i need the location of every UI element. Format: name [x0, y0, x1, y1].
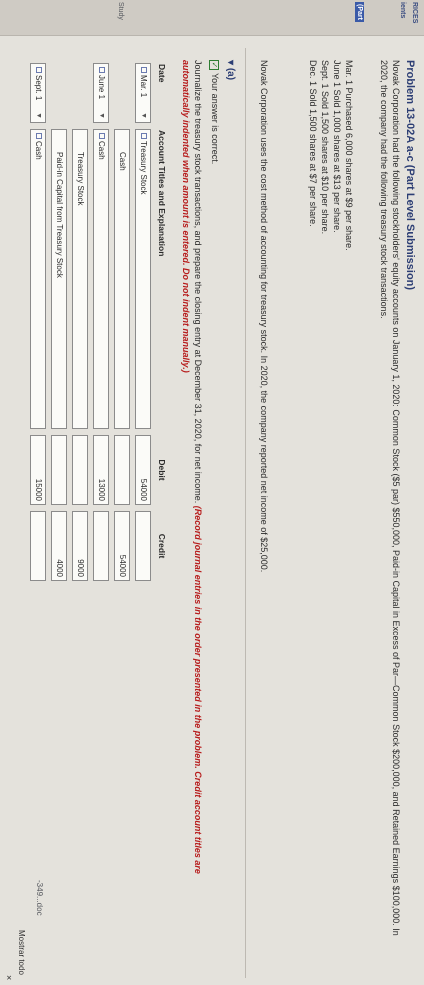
- transaction-line: Dec. 1 Sold 1,500 shares at $7 per share…: [308, 60, 318, 227]
- account-value: Cash: [97, 141, 107, 160]
- date-select[interactable]: Mar. 1 ▼: [135, 63, 152, 123]
- account-value: Treasury Stock: [76, 152, 86, 206]
- problem-intro: Novak Corporation had the following stoc…: [379, 60, 401, 936]
- table-row: Paid-in Capital from Treasury Stock 4000: [49, 60, 70, 584]
- instructions: Journalize the treasury stock transactio…: [180, 60, 204, 930]
- chevron-down-icon: ▼: [140, 112, 148, 119]
- table-row: June 1 ▼ Cash 13000: [91, 60, 112, 584]
- table-row: Treasury Stock 9000: [70, 60, 91, 584]
- date-value: Mar. 1: [139, 75, 149, 98]
- sidebar-item-resources[interactable]: RICES: [411, 2, 418, 23]
- part-a-label[interactable]: ▾ (a): [225, 60, 236, 80]
- credit-input[interactable]: [93, 511, 110, 581]
- correct-status: ✓ Your answer is correct.: [209, 60, 220, 164]
- account-input[interactable]: Cash: [30, 129, 47, 429]
- account-value: Paid-in Capital from Treasury Stock: [55, 152, 65, 278]
- date-select[interactable]: June 1 ▼: [93, 63, 110, 123]
- account-value: Cash: [118, 152, 128, 171]
- sidebar: RICES ients (Part Study: [0, 0, 424, 36]
- flag-icon: [141, 67, 148, 73]
- credit-input[interactable]: [30, 511, 47, 581]
- account-value: Treasury Stock: [139, 141, 149, 195]
- debit-input[interactable]: 13000: [93, 435, 110, 505]
- problem-title: Problem 13-02A a-c (Part Level Submissio…: [404, 60, 416, 291]
- method-note: Novak Corporation uses the cost method o…: [259, 60, 269, 573]
- header-debit: Debit: [157, 459, 167, 481]
- debit-input[interactable]: [114, 435, 131, 505]
- flag-icon: [141, 133, 148, 139]
- table-row: Mar. 1 ▼ Treasury Stock 54000: [133, 60, 154, 584]
- status-text: Your answer is correct.: [210, 73, 220, 165]
- credit-input[interactable]: [135, 511, 152, 581]
- instruction-text: Journalize the treasury stock transactio…: [193, 60, 203, 504]
- header-date: Date: [157, 64, 167, 83]
- account-input[interactable]: Treasury Stock: [135, 129, 152, 429]
- date-value: June 1: [97, 75, 107, 100]
- header-credit: Credit: [157, 533, 167, 559]
- part-a-text: (a): [225, 67, 236, 81]
- date-select[interactable]: Sept. 1 ▼: [30, 63, 47, 123]
- flag-icon: [36, 67, 43, 73]
- date-value: Sept. 1: [34, 75, 44, 101]
- flag-icon: [36, 133, 43, 139]
- credit-input[interactable]: 54000: [114, 511, 131, 581]
- debit-input[interactable]: 15000: [30, 435, 47, 505]
- download-file-name[interactable]: -349...doc: [35, 880, 44, 916]
- transaction-line: June 1 Sold 1,000 shares at $13 per shar…: [332, 60, 342, 233]
- flag-icon: [99, 67, 106, 73]
- debit-input[interactable]: [72, 435, 89, 505]
- debit-input[interactable]: [51, 435, 68, 505]
- transaction-line: Mar. 1 Purchased 6,000 shares at $9 per …: [344, 60, 354, 251]
- debit-input[interactable]: 54000: [135, 435, 152, 505]
- sidebar-item-study[interactable]: Study: [117, 2, 124, 20]
- rotated-screen: RICES ients (Part Study Problem 13-02A a…: [0, 0, 424, 985]
- table-row: Sept. 1 ▼ Cash 15000: [28, 60, 49, 584]
- header-account: Account Titles and Explanation: [157, 130, 167, 257]
- journal-table: Date Account Titles and Explanation Debi…: [28, 60, 170, 584]
- account-value: Cash: [34, 141, 44, 160]
- sidebar-item-contents[interactable]: ients: [399, 2, 406, 18]
- chevron-down-icon: ▼: [98, 112, 106, 119]
- chevron-down-icon: ▼: [35, 112, 43, 119]
- account-input[interactable]: Paid-in Capital from Treasury Stock: [51, 129, 68, 429]
- account-input[interactable]: Cash: [114, 129, 131, 429]
- table-row: Cash 54000: [112, 60, 133, 584]
- credit-input[interactable]: 9000: [72, 511, 89, 581]
- check-icon: ✓: [209, 60, 219, 70]
- transaction-line: Sept. 1 Sold 1,500 shares at $10 per sha…: [320, 60, 330, 235]
- divider: [245, 48, 246, 978]
- close-icon[interactable]: ×: [4, 975, 14, 980]
- credit-input[interactable]: 4000: [51, 511, 68, 581]
- flag-icon: [99, 133, 106, 139]
- show-all-button[interactable]: Mostrar todo: [17, 930, 26, 975]
- sidebar-item-part[interactable]: (Part: [355, 2, 364, 22]
- account-input[interactable]: Treasury Stock: [72, 129, 89, 429]
- account-input[interactable]: Cash: [93, 129, 110, 429]
